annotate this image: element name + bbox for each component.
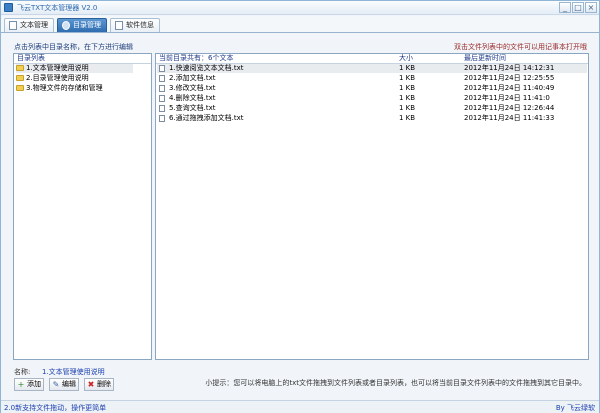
maximize-button[interactable]: □: [572, 2, 584, 13]
directory-item[interactable]: 1.文本管理使用说明: [16, 64, 133, 73]
file-name: 5.查询文档.txt: [169, 104, 216, 112]
pencil-icon: ✎: [52, 380, 60, 389]
file-time: 2012年11月24日 12:25:55: [464, 74, 555, 82]
file-row[interactable]: 2.添加文档.txt 1 KB 2012年11月24日 12:25:55: [157, 74, 587, 83]
tab-label: 软件信息: [126, 21, 154, 29]
directory-list[interactable]: 目录列表 1.文本管理使用说明 2.目录管理使用说明 3.物理文件的存储和管理: [13, 53, 152, 360]
file-size: 1 KB: [399, 114, 416, 122]
folder-icon: [16, 65, 24, 71]
info-icon: [115, 21, 123, 30]
directory-item-label: 2.目录管理使用说明: [26, 74, 89, 82]
document-icon: [9, 21, 17, 30]
file-name: 2.添加文档.txt: [169, 74, 216, 82]
file-icon: [159, 85, 165, 92]
file-icon: [159, 65, 165, 72]
hint-right: 双击文件列表中的文件可以用记事本打开哦: [454, 43, 587, 51]
close-button[interactable]: ×: [585, 2, 597, 13]
time-column-header[interactable]: 最后更新时间: [464, 54, 506, 63]
file-icon: [159, 75, 165, 82]
file-list[interactable]: 当前目录共有：6个文本 大小 最后更新时间 1.快速阅览文本文档.txt 1 K…: [155, 53, 589, 360]
status-bar: 2.0新支持文件拖动，操作更简单 By 飞云绿软: [1, 400, 599, 413]
file-row[interactable]: 4.删除文档.txt 1 KB 2012年11月24日 11:41:0: [157, 94, 587, 103]
edit-button-label: 编辑: [62, 380, 76, 388]
name-label: 名称:: [14, 368, 31, 376]
delete-x-icon: ✖: [87, 380, 95, 389]
size-column-header[interactable]: 大小: [399, 54, 413, 63]
directory-item[interactable]: 3.物理文件的存储和管理: [16, 84, 103, 93]
directory-list-header[interactable]: 目录列表: [17, 54, 45, 63]
directory-item[interactable]: 2.目录管理使用说明: [16, 74, 89, 83]
file-size: 1 KB: [399, 74, 416, 82]
file-row[interactable]: 1.快速阅览文本文档.txt 1 KB 2012年11月24日 14:12:31: [157, 64, 587, 73]
name-field[interactable]: 1.文本管理使用说明: [42, 367, 105, 377]
add-button[interactable]: + 添加: [14, 378, 44, 391]
file-time: 2012年11月24日 11:41:33: [464, 114, 555, 122]
folder-icon: [16, 75, 24, 81]
minimize-button[interactable]: _: [559, 2, 571, 13]
status-left: 2.0新支持文件拖动，操作更简单: [4, 404, 107, 412]
file-icon: [159, 115, 165, 122]
tab-label: 目录管理: [73, 21, 101, 29]
window-title: 飞云TXT文本管理器 V2.0: [17, 4, 98, 12]
folder-icon: [16, 85, 24, 91]
file-row[interactable]: 6.通过拖拽添加文档.txt 1 KB 2012年11月24日 11:41:33: [157, 114, 587, 123]
edit-button[interactable]: ✎ 编辑: [49, 378, 79, 391]
file-size: 1 KB: [399, 64, 416, 72]
app-icon: [4, 3, 13, 12]
file-row[interactable]: 3.修改文档.txt 1 KB 2012年11月24日 11:40:49: [157, 84, 587, 93]
file-icon: [159, 95, 165, 102]
tip-text: 小提示：您可以将电脑上的txt文件拖拽到文件列表或者目录列表，也可以将当前目录文…: [205, 379, 586, 387]
add-button-label: 添加: [27, 380, 41, 388]
file-name: 6.通过拖拽添加文档.txt: [169, 114, 244, 122]
file-time: 2012年11月24日 14:12:31: [464, 64, 555, 72]
tab-directory-management[interactable]: 目录管理: [57, 18, 107, 32]
status-right[interactable]: By 飞云绿软: [556, 403, 595, 413]
directory-item-label: 1.文本管理使用说明: [26, 64, 89, 72]
directory-item-label: 3.物理文件的存储和管理: [26, 84, 103, 92]
file-time: 2012年11月24日 11:40:49: [464, 84, 555, 92]
file-size: 1 KB: [399, 84, 416, 92]
plus-icon: +: [17, 380, 25, 389]
file-time: 2012年11月24日 11:41:0: [464, 94, 550, 102]
file-icon: [159, 105, 165, 112]
file-size: 1 KB: [399, 94, 416, 102]
delete-button-label: 删除: [97, 380, 111, 388]
title-bar: 飞云TXT文本管理器 V2.0 _ □ ×: [1, 1, 599, 15]
file-row[interactable]: 5.查询文档.txt 1 KB 2012年11月24日 12:26:44: [157, 104, 587, 113]
gear-icon: [62, 21, 70, 30]
tab-text-management[interactable]: 文本管理: [4, 18, 54, 32]
file-count-header[interactable]: 当前目录共有：6个文本: [159, 54, 233, 63]
app-window: 飞云TXT文本管理器 V2.0 _ □ × 文本管理 目录管理 软件信息 点击列…: [0, 0, 600, 413]
hint-left: 点击列表中目录名称，在下方进行编辑: [14, 43, 133, 51]
tab-bar: 文本管理 目录管理 软件信息: [1, 16, 599, 33]
file-name: 3.修改文档.txt: [169, 84, 216, 92]
file-time: 2012年11月24日 12:26:44: [464, 104, 555, 112]
file-size: 1 KB: [399, 104, 416, 112]
file-name: 4.删除文档.txt: [169, 94, 216, 102]
delete-button[interactable]: ✖ 删除: [84, 378, 114, 391]
file-name: 1.快速阅览文本文档.txt: [169, 64, 244, 72]
tab-label: 文本管理: [20, 21, 48, 29]
tab-software-info[interactable]: 软件信息: [110, 18, 160, 32]
